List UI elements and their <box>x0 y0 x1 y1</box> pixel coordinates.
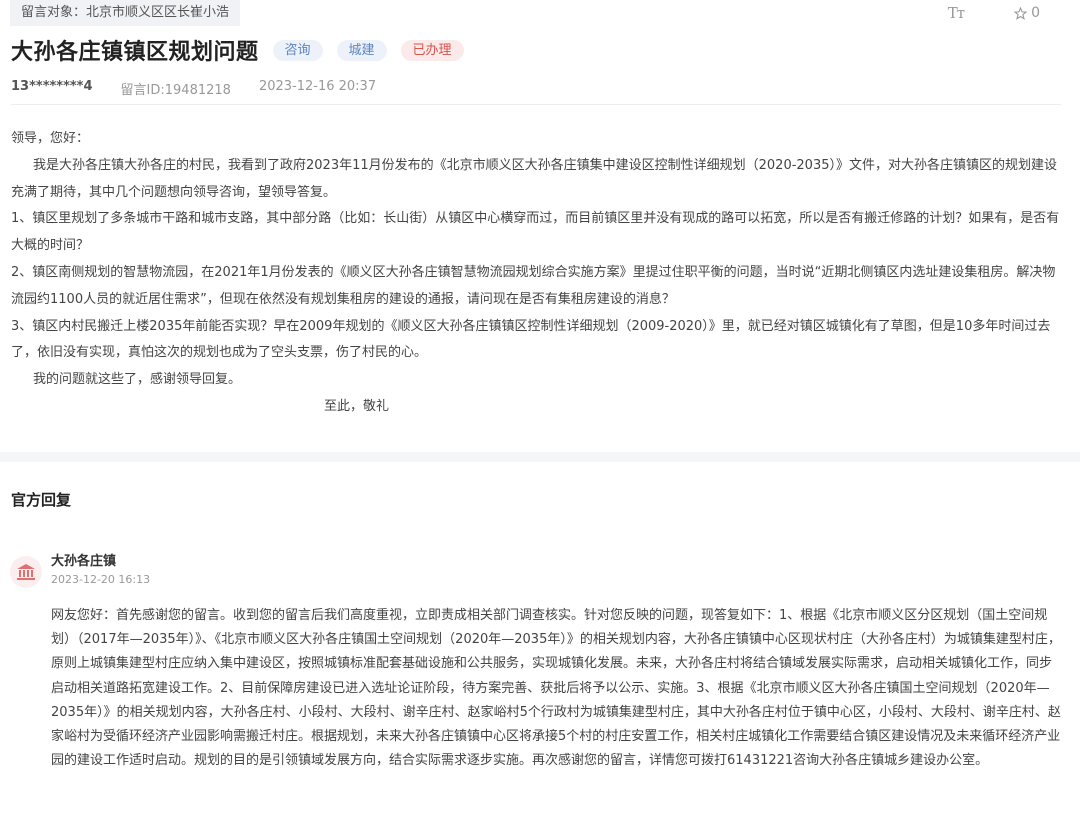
top-actions: Tт 0 <box>948 2 1040 24</box>
divider <box>11 104 1061 105</box>
avatar <box>10 556 42 588</box>
government-building-icon <box>17 564 35 580</box>
message-paragraph: 我是大孙各庄镇大孙各庄的村民，我看到了政府2023年11月份发布的《北京市顺义区… <box>11 157 1057 200</box>
reply-heading: 官方回复 <box>11 491 72 509</box>
reply-time: 2023-12-20 16:13 <box>51 573 151 586</box>
message-body: 领导，您好： 我是大孙各庄镇大孙各庄的村民，我看到了政府2023年11月份发布的… <box>11 126 1063 421</box>
status-badge: 已办理 <box>400 39 464 61</box>
greeting: 领导，您好： <box>11 131 90 146</box>
reply-org: 大孙各庄镇 2023-12-20 16:13 <box>10 552 150 588</box>
message-meta: 13********4 留言ID:19481218 2023-12-16 20:… <box>11 79 376 98</box>
star-icon <box>1014 6 1028 20</box>
message-paragraph: 2、镇区南侧规划的智慧物流园，在2021年1月份发表的《顺义区大孙各庄镇智慧物流… <box>11 264 1056 307</box>
org-name: 大孙各庄镇 <box>51 554 117 569</box>
title-row: 大孙各庄镇镇区规划问题 咨询 城建 已办理 <box>11 34 464 66</box>
reply-text: 网友您好：首先感谢您的留言。收到您的留言后我们高度重视，立即责成相关部门调查核实… <box>51 608 1061 769</box>
page-title: 大孙各庄镇镇区规划问题 <box>11 40 259 65</box>
message-target-label: 留言对象：北京市顺义区区长崔小浩 <box>10 0 241 26</box>
field-tag[interactable]: 城建 <box>336 39 387 61</box>
favorite-count: 0 <box>1031 5 1040 21</box>
message-paragraph: 3、镇区内村民搬迁上楼2035年前能否实现？早在2009年规划的《顺义区大孙各庄… <box>11 318 1051 361</box>
font-size-button[interactable]: Tт <box>947 4 965 22</box>
message-paragraph: 我的问题就这些了，感谢领导回复。 <box>33 372 242 388</box>
closing: 至此，敬礼 <box>324 398 390 414</box>
section-divider <box>0 452 1080 462</box>
org-info: 大孙各庄镇 2023-12-20 16:13 <box>51 552 150 588</box>
message-timestamp: 2023-12-16 20:37 <box>258 79 377 94</box>
font-size-icon: Tт <box>947 4 965 22</box>
message-paragraph: 1、镇区里规划了多条城市干路和城市支路，其中部分路（比如：长山街）从镇区中心横穿… <box>11 211 1060 254</box>
message-id: 留言ID:19481218 <box>120 83 231 98</box>
author-phone: 13********4 <box>11 79 93 94</box>
favorite-button[interactable]: 0 <box>1014 5 1040 21</box>
category-tag[interactable]: 咨询 <box>272 39 323 61</box>
